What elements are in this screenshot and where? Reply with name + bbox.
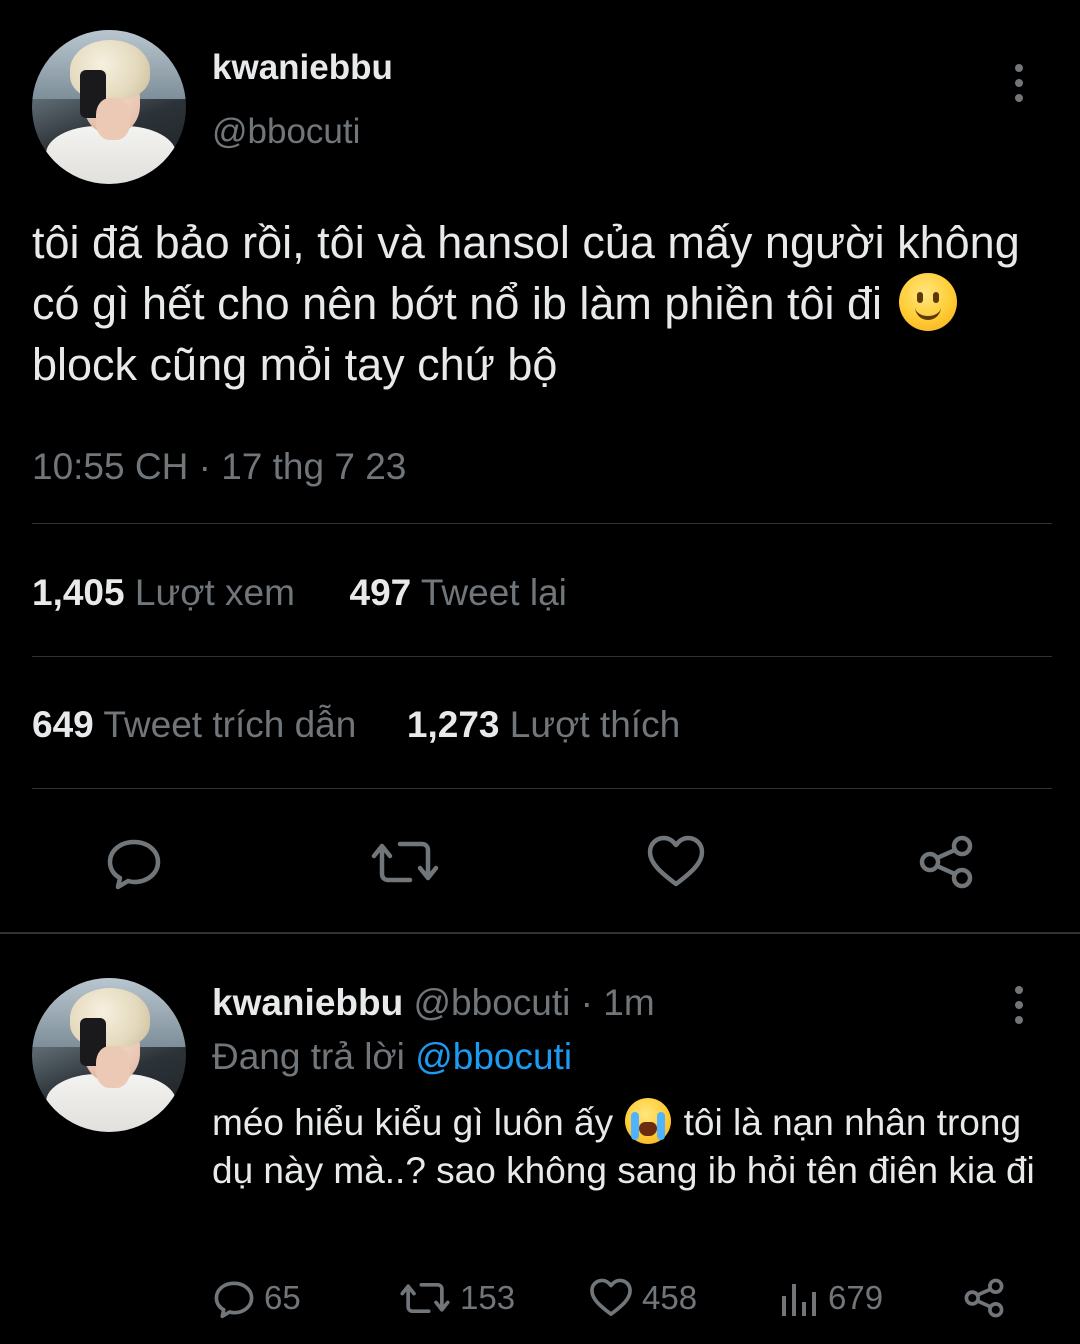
reply-button[interactable]: 65: [212, 1276, 301, 1320]
retweet-button[interactable]: 153: [398, 1276, 515, 1320]
reply-handle[interactable]: @bbocuti: [413, 982, 570, 1023]
reply-time: · 1m: [570, 982, 655, 1023]
stats-row-views-retweets: 1,405 Lượt xem 497 Tweet lại: [32, 572, 567, 614]
stats-row-quotes-likes: 649 Tweet trích dẫn 1,273 Lượt thích: [32, 704, 680, 746]
tweet-timestamp[interactable]: 10:55 CH · 17 thg 7 23: [32, 446, 406, 488]
author-handle[interactable]: @bbocuti: [212, 112, 360, 152]
retweets-label[interactable]: Tweet lại: [421, 572, 567, 613]
reply-header: kwaniebbu @bbocuti · 1m: [212, 982, 655, 1024]
divider: [32, 788, 1052, 789]
reply-icon[interactable]: [212, 1276, 256, 1320]
reply-icon[interactable]: [104, 832, 164, 892]
likes-label[interactable]: Lượt thích: [510, 704, 680, 745]
replying-to-mention[interactable]: @bbocuti: [415, 1036, 572, 1077]
reply-text: méo hiểu kiểu gì luôn ấy tôi là nạn nhân…: [212, 1098, 1042, 1195]
views-count: 679: [828, 1279, 884, 1316]
author-display-name[interactable]: kwaniebbu: [212, 48, 393, 88]
reply-text-part-1: méo hiểu kiểu gì luôn ấy: [212, 1102, 624, 1143]
retweet-count: 153: [460, 1279, 516, 1316]
tweet-text-part-2: block cũng mỏi tay chứ bộ: [32, 339, 558, 390]
reply-display-name[interactable]: kwaniebbu: [212, 982, 403, 1023]
tweet-text-part-1: tôi đã bảo rồi, tôi và hansol của mấy ng…: [32, 217, 1020, 329]
retweets-count[interactable]: 497: [350, 572, 412, 613]
likes-count[interactable]: 1,273: [407, 704, 500, 745]
views-label: Lượt xem: [134, 572, 295, 613]
quotes-label[interactable]: Tweet trích dẫn: [103, 704, 356, 745]
retweet-icon[interactable]: [370, 832, 440, 892]
like-button[interactable]: 458: [588, 1276, 697, 1320]
section-divider: [0, 932, 1080, 934]
like-count: 458: [642, 1279, 698, 1316]
like-icon[interactable]: [588, 1276, 634, 1320]
views-button[interactable]: 679: [776, 1276, 883, 1320]
more-options-icon[interactable]: [1014, 986, 1024, 1024]
more-options-icon[interactable]: [1014, 64, 1024, 102]
main-tweet: kwaniebbu @bbocuti tôi đã bảo rồi, tôi v…: [0, 0, 1080, 932]
share-icon[interactable]: [962, 1276, 1006, 1320]
tweet-detail-page: kwaniebbu @bbocuti tôi đã bảo rồi, tôi v…: [0, 0, 1080, 1344]
views-icon[interactable]: [776, 1276, 820, 1320]
tweet-text: tôi đã bảo rồi, tôi và hansol của mấy ng…: [32, 212, 1052, 395]
reply-count: 65: [264, 1279, 301, 1316]
replying-to: Đang trả lời @bbocuti: [212, 1036, 572, 1078]
share-icon[interactable]: [916, 832, 976, 892]
reply-avatar[interactable]: [32, 978, 186, 1132]
loudly-crying-face-icon: [625, 1098, 672, 1144]
replying-prefix: Đang trả lời: [212, 1036, 416, 1077]
views-count: 1,405: [32, 572, 125, 613]
quotes-count[interactable]: 649: [32, 704, 94, 745]
reply-action-bar: 65 153 458 679: [212, 1276, 1042, 1330]
retweet-icon[interactable]: [398, 1276, 452, 1320]
divider: [32, 656, 1052, 657]
slightly-smiling-face-icon: [898, 273, 957, 331]
share-button[interactable]: [962, 1276, 1006, 1320]
divider: [32, 523, 1052, 524]
like-icon[interactable]: [646, 832, 706, 892]
avatar[interactable]: [32, 30, 186, 184]
